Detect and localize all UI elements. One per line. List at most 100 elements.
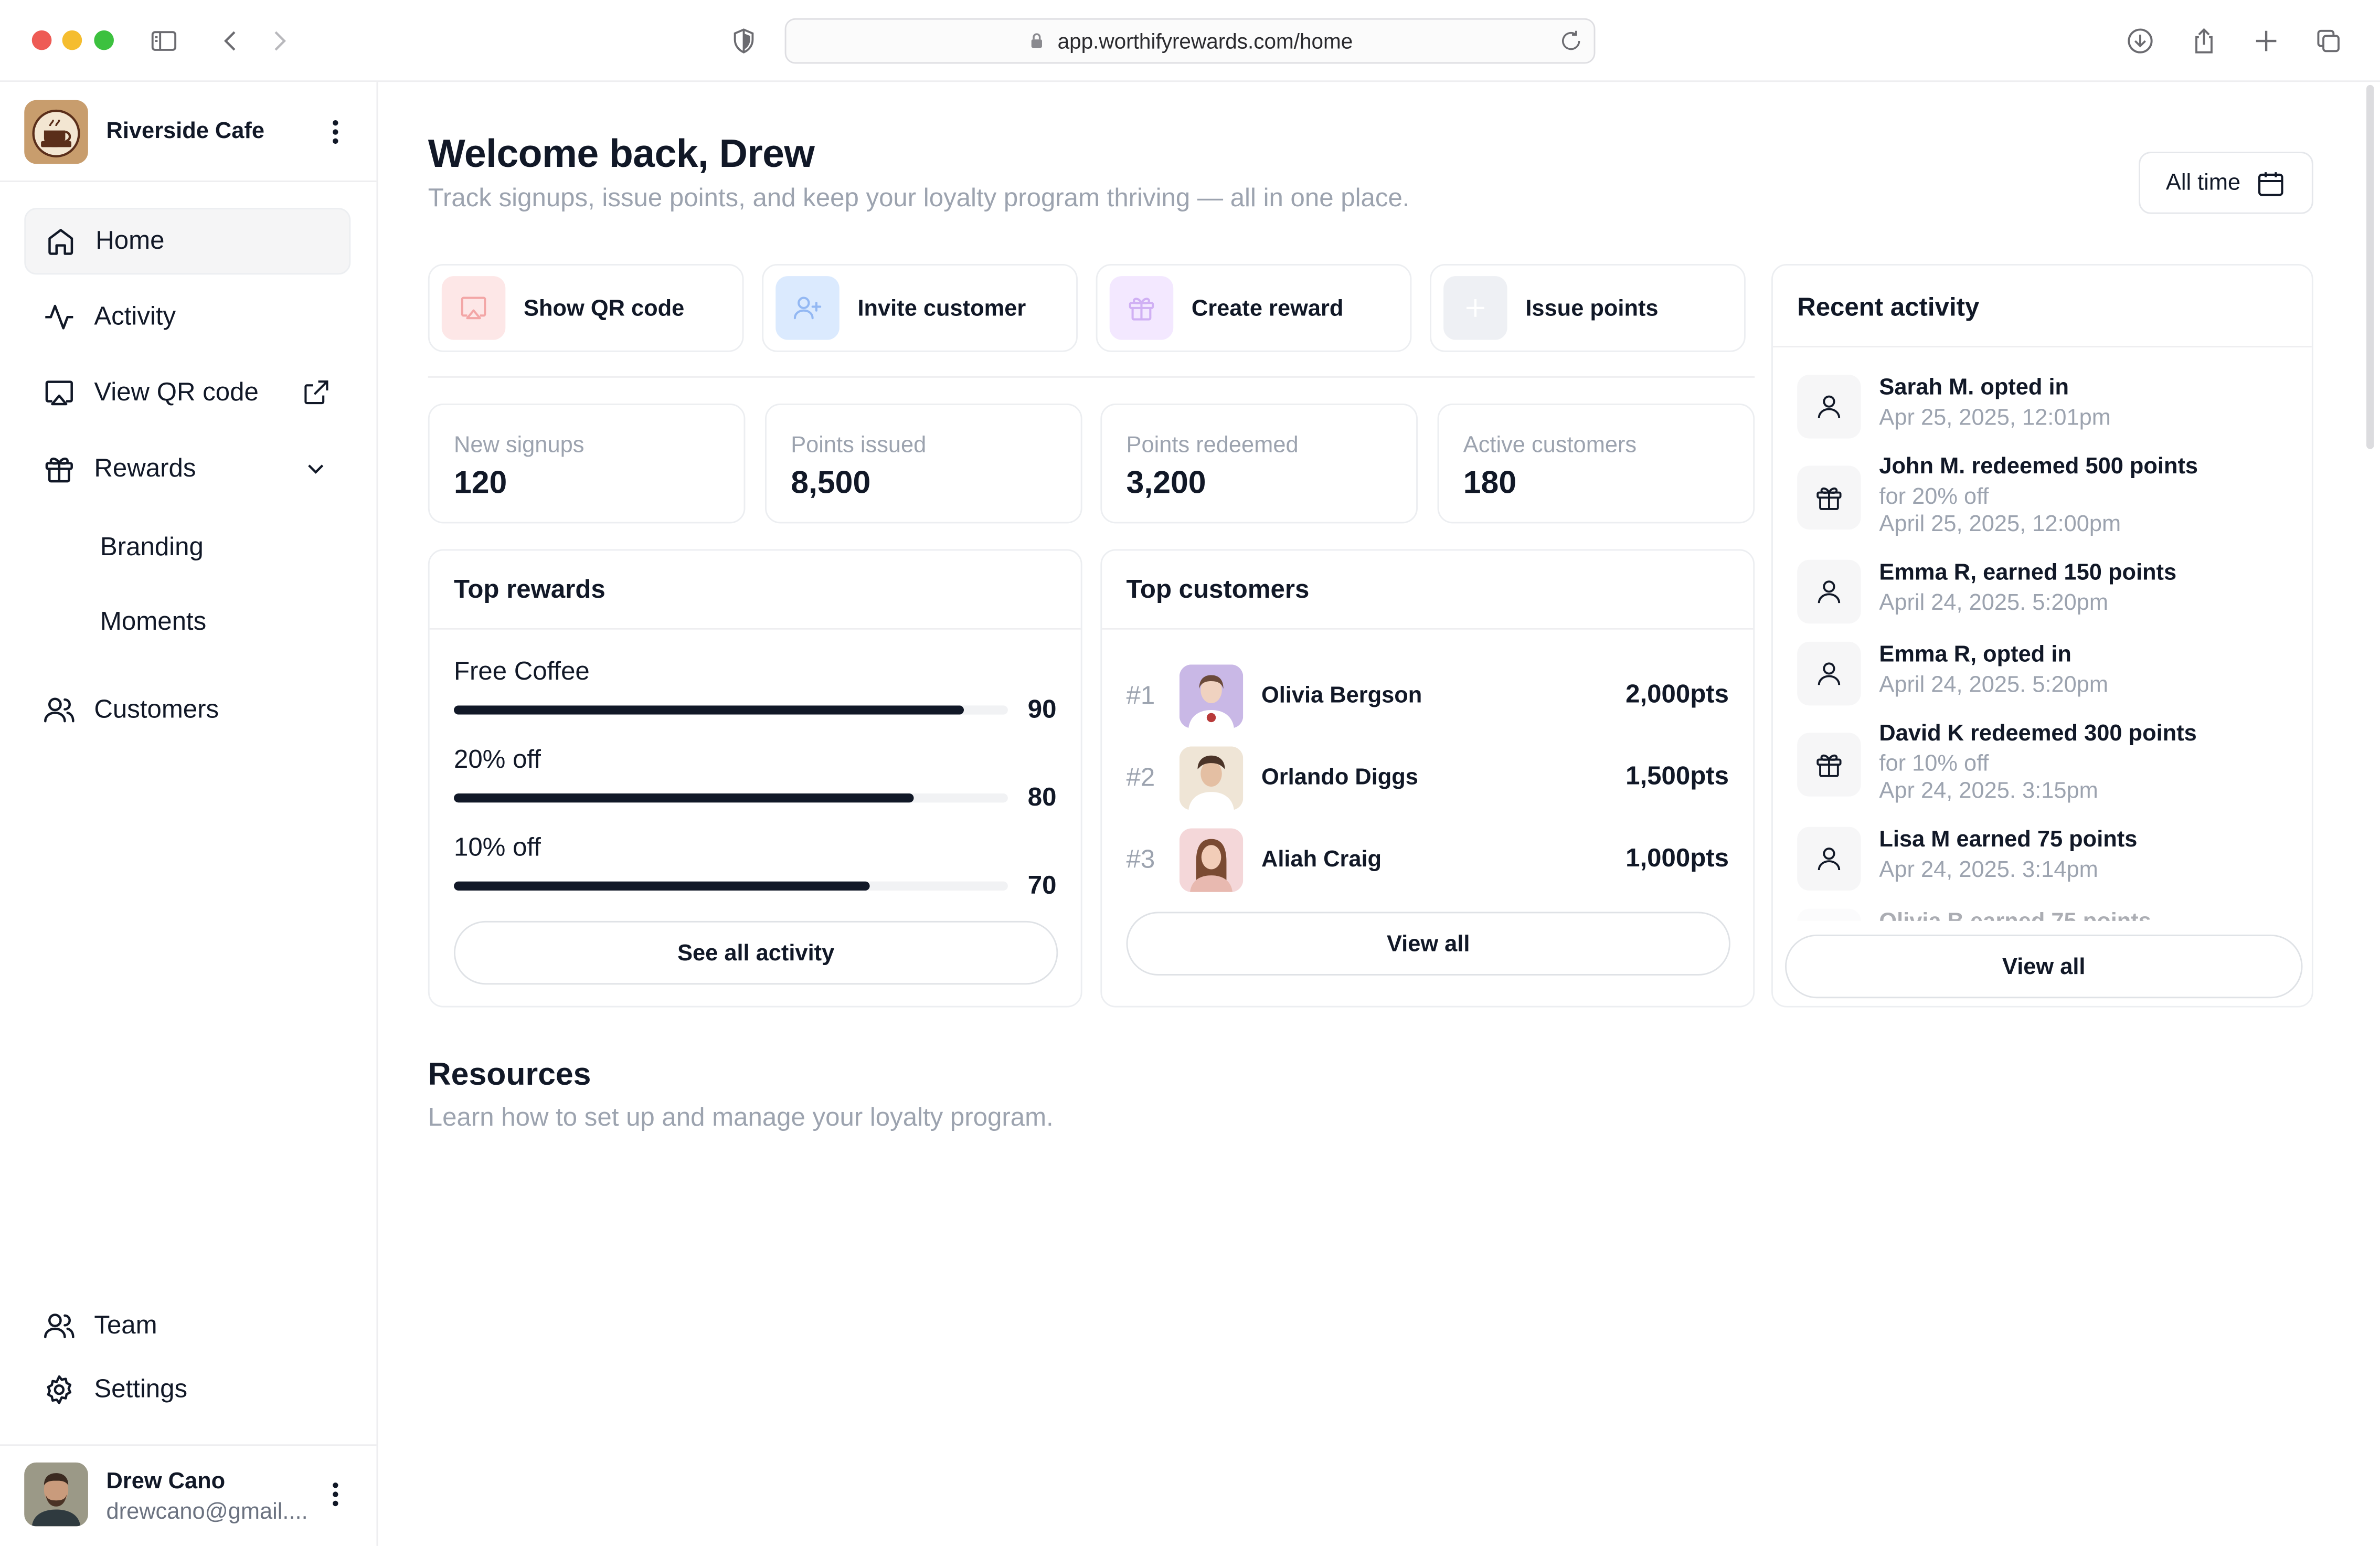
recent-activity-card: Recent activity Sarah M. opted in Apr 25…: [1771, 264, 2313, 1008]
download-icon[interactable]: [2120, 21, 2160, 60]
customer-avatar: [1179, 746, 1244, 810]
reward-progress-bar: [453, 705, 1008, 715]
customer-avatar: [1179, 664, 1244, 728]
stat-label: Points redeemed: [1126, 432, 1299, 459]
resources-title: Resources: [428, 1057, 591, 1093]
customer-rank: #2: [1126, 763, 1155, 792]
new-tab-icon[interactable]: [2246, 21, 2286, 60]
screen-cast-icon: [41, 375, 77, 411]
date-range-label: All time: [2165, 170, 2241, 196]
sidebar-toggle-icon[interactable]: [144, 21, 184, 60]
nav-item-rewards[interactable]: Rewards: [24, 436, 350, 502]
nav-item-customers[interactable]: Customers: [24, 676, 350, 743]
nav-item-home[interactable]: Home: [24, 208, 351, 275]
customer-row[interactable]: #2 Orlando Diggs 1,500pts: [1127, 746, 1729, 810]
user-name: Drew Cano: [106, 1468, 226, 1495]
business-menu-icon[interactable]: [320, 117, 350, 147]
view-all-customers-button[interactable]: View all: [1126, 912, 1730, 976]
customer-row[interactable]: #3 Aliah Craig 1,000pts: [1127, 828, 1729, 892]
activity-icon: [41, 299, 77, 335]
activity-title: David K redeemed 300 points: [1879, 721, 2197, 747]
nav-label-settings: Settings: [94, 1374, 188, 1404]
issue-points-button[interactable]: Issue points: [1430, 264, 1746, 352]
reload-icon[interactable]: [1559, 29, 1583, 53]
activity-detail: for 10% off: [1879, 751, 1989, 777]
create-reward-button[interactable]: Create reward: [1096, 264, 1412, 352]
create-reward-label: Create reward: [1191, 295, 1344, 321]
address-bar[interactable]: app.worthifyrewards.com/home: [784, 18, 1596, 64]
user-profile[interactable]: Drew Cano drewcano@gmail....: [0, 1444, 377, 1546]
external-link-icon: [299, 376, 333, 410]
activity-timestamp: Apr 24, 2025. 3:14pm: [1879, 857, 2098, 883]
user-icon: [1797, 827, 1861, 891]
user-plus-icon: [775, 276, 840, 340]
reward-label: 10% off: [453, 833, 541, 862]
maximize-window-button[interactable]: [94, 30, 114, 50]
activity-timestamp: April 24, 2025. 5:20pm: [1879, 590, 2109, 616]
activity-timestamp: April 24, 2025. 5:20pm: [1879, 672, 2109, 698]
tab-overview-icon[interactable]: [2309, 21, 2348, 60]
activity-detail: for 20% off: [1879, 484, 1989, 510]
reward-value: 80: [1027, 782, 1057, 812]
activity-title: John M. redeemed 500 points: [1879, 453, 2198, 480]
page-title: Welcome back, Drew: [428, 130, 815, 176]
stat-value: 180: [1463, 465, 1517, 501]
view-all-activity-button[interactable]: View all: [1785, 934, 2303, 999]
reward-value: 70: [1027, 871, 1057, 900]
show-qr-code-button[interactable]: Show QR code: [428, 264, 744, 352]
avatar: [24, 1462, 88, 1527]
reward-label: Free Coffee: [453, 656, 590, 686]
date-range-button[interactable]: All time: [2139, 152, 2313, 214]
show-qr-code-label: Show QR code: [524, 295, 685, 321]
stat-value: 8,500: [791, 465, 871, 501]
invite-customer-button[interactable]: Invite customer: [762, 264, 1078, 352]
customer-points: 1,000pts: [1625, 843, 1729, 873]
nav-item-settings[interactable]: Settings: [24, 1357, 350, 1423]
users-icon: [41, 692, 77, 728]
stat-card-active-customers: Active customers 180: [1437, 404, 1755, 524]
user-icon: [1797, 559, 1861, 624]
nav-item-activity[interactable]: Activity: [24, 284, 350, 351]
stat-card-new-signups: New signups 120: [428, 404, 746, 524]
business-switcher[interactable]: Riverside Cafe: [0, 82, 377, 182]
activity-title: Emma R, earned 150 points: [1879, 559, 2177, 586]
user-email: drewcano@gmail....: [106, 1499, 308, 1525]
see-all-activity-button[interactable]: See all activity: [453, 920, 1058, 985]
reward-progress-bar: [453, 793, 1008, 803]
user-icon: [1797, 375, 1861, 439]
activity-timestamp: April 25, 2025, 12:00pm: [1879, 511, 2121, 537]
top-rewards-card: Top rewards Free Coffee 90 20% off 80 10…: [428, 549, 1082, 1008]
minimize-window-button[interactable]: [62, 30, 82, 50]
card-title: Top rewards: [453, 575, 605, 604]
nav-item-team[interactable]: Team: [24, 1293, 350, 1359]
close-window-button[interactable]: [31, 30, 52, 50]
activity-timestamp: Apr 25, 2025, 12:01pm: [1879, 405, 2111, 431]
activity-title: Sarah M. opted in: [1879, 375, 2069, 401]
user-menu-icon[interactable]: [320, 1479, 350, 1510]
user-icon: [1797, 641, 1861, 706]
page-subtitle: Track signups, issue points, and keep yo…: [428, 183, 1410, 213]
reward-progress-bar: [453, 881, 1008, 891]
nav-item-view-qr-code[interactable]: View QR code: [24, 359, 350, 426]
nav-label-customers: Customers: [94, 695, 219, 724]
chevron-down-icon[interactable]: [299, 452, 333, 486]
stat-card-points-issued: Points issued 8,500: [765, 404, 1082, 524]
back-icon[interactable]: [211, 21, 250, 60]
customer-points: 2,000pts: [1625, 680, 1729, 709]
customer-name: Orlando Diggs: [1261, 765, 1418, 791]
share-icon[interactable]: [2184, 21, 2224, 60]
url-text: app.worthifyrewards.com/home: [1057, 28, 1353, 54]
nav-item-branding[interactable]: Branding: [100, 533, 204, 563]
privacy-shield-icon[interactable]: [724, 21, 763, 60]
customer-row[interactable]: #1 Olivia Bergson 2,000pts: [1127, 664, 1729, 728]
page-scrollbar[interactable]: [2366, 84, 2374, 449]
activity-title: Emma R, opted in: [1879, 641, 2071, 668]
nav-label-activity: Activity: [94, 302, 176, 331]
invite-customer-label: Invite customer: [857, 295, 1026, 321]
stat-card-points-redeemed: Points redeemed 3,200: [1100, 404, 1418, 524]
nav-item-moments[interactable]: Moments: [100, 607, 206, 637]
customer-points: 1,500pts: [1625, 761, 1729, 791]
card-header: Top customers: [1102, 550, 1754, 630]
forward-icon[interactable]: [260, 21, 299, 60]
main-content: Welcome back, Drew Track signups, issue …: [378, 82, 2380, 1546]
